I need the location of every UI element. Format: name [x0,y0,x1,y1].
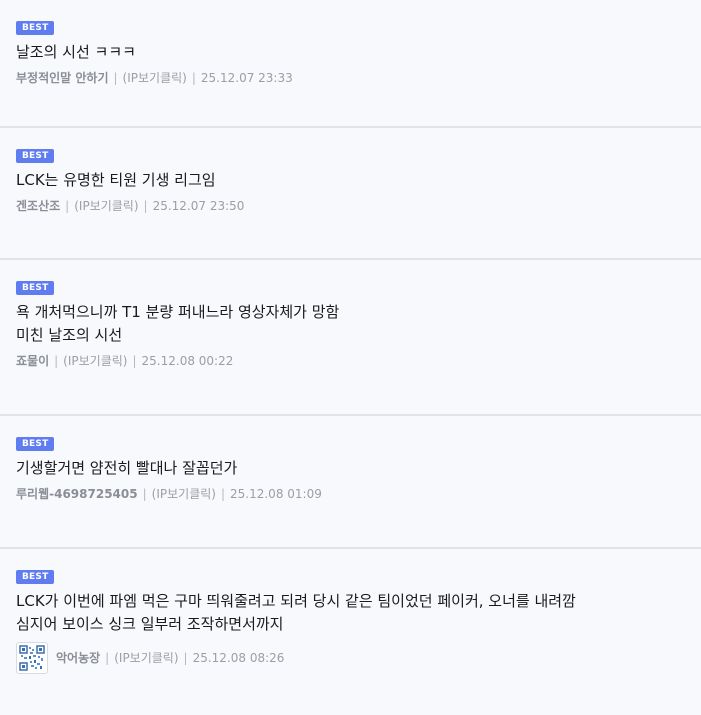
comment-item: BEST LCK가 이번에 파엠 먹은 구마 띄워줄려고 되려 당시 같은 팀이… [0,549,701,715]
meta-separator: | [132,354,137,368]
ip-view-link[interactable]: (IP보기클릭) [74,198,138,214]
comment-meta: 악어농장 | (IP보기클릭) | 25.12.08 08:26 [16,642,685,674]
meta-separator: | [65,199,70,213]
comment-date: 25.12.07 23:50 [152,199,245,213]
comment-author[interactable]: 부정적인말 안하기 [16,70,109,86]
meta-separator: | [54,354,59,368]
comment-text: 날조의 시선 ㅋㅋㅋ [16,43,136,61]
comment-date: 25.12.08 00:22 [141,354,234,368]
meta-separator: | [220,487,226,501]
comment-author[interactable]: 죠물이 [16,353,49,369]
meta-separator: | [113,71,118,85]
comment-author[interactable]: 악어농장 [56,650,100,666]
qr-code-icon [19,645,45,671]
ip-view-link[interactable]: (IP보기클릭) [123,70,187,86]
meta-separator: | [143,199,148,213]
best-badge: BEST [16,21,55,35]
comment-text: 욕 개처먹으니까 T1 분량 퍼내느라 영상자체가 망함 미친 날조의 시선 [16,303,340,344]
comment-meta: 부정적인말 안하기 | (IP보기클릭) | 25.12.07 23:33 [16,70,685,86]
comment-item: BEST 욕 개처먹으니까 T1 분량 퍼내느라 영상자체가 망함 미친 날조의… [0,260,701,416]
comment-meta: 루리웹-4698725405 | (IP보기클릭) | 25.12.08 01:… [16,486,685,502]
comment-author[interactable]: 겐조산조 [16,198,60,214]
meta-separator: | [183,651,188,665]
best-badge: BEST [16,437,55,451]
qr-code-avatar-icon[interactable] [16,642,48,674]
comment-date: 25.12.07 23:33 [200,71,293,85]
best-badge: BEST [16,570,55,584]
comment-text: LCK는 유명한 티원 기생 리그임 [16,171,216,189]
comment-meta: 겐조산조 | (IP보기클릭) | 25.12.07 23:50 [16,198,685,214]
ip-view-link[interactable]: (IP보기클릭) [63,353,127,369]
meta-separator: | [142,487,147,501]
ip-view-link[interactable]: (IP보기클릭) [114,650,178,666]
comment-text: 기생할거면 얌전히 빨대나 잘꼽던가 [16,459,238,477]
comment-item: BEST 기생할거면 얌전히 빨대나 잘꼽던가 루리웹-4698725405 |… [0,416,701,549]
comment-item: BEST 날조의 시선 ㅋㅋㅋ 부정적인말 안하기 | (IP보기클릭) | 2… [0,0,701,128]
meta-separator: | [105,651,110,665]
comment-date: 25.12.08 01:09 [230,487,322,501]
comment-author[interactable]: 루리웹-4698725405 [16,486,138,502]
best-badge: BEST [16,281,55,295]
best-comment-list: BEST 날조의 시선 ㅋㅋㅋ 부정적인말 안하기 | (IP보기클릭) | 2… [0,0,701,715]
comment-item: BEST LCK는 유명한 티원 기생 리그임 겐조산조 | (IP보기클릭) … [0,128,701,260]
ip-view-link[interactable]: (IP보기클릭) [152,486,216,502]
comment-date: 25.12.08 08:26 [192,651,285,665]
meta-separator: | [191,71,196,85]
best-badge: BEST [16,149,55,163]
comment-meta: 죠물이 | (IP보기클릭) | 25.12.08 00:22 [16,353,685,369]
comment-text: LCK가 이번에 파엠 먹은 구마 띄워줄려고 되려 당시 같은 팀이었던 페이… [16,592,576,633]
